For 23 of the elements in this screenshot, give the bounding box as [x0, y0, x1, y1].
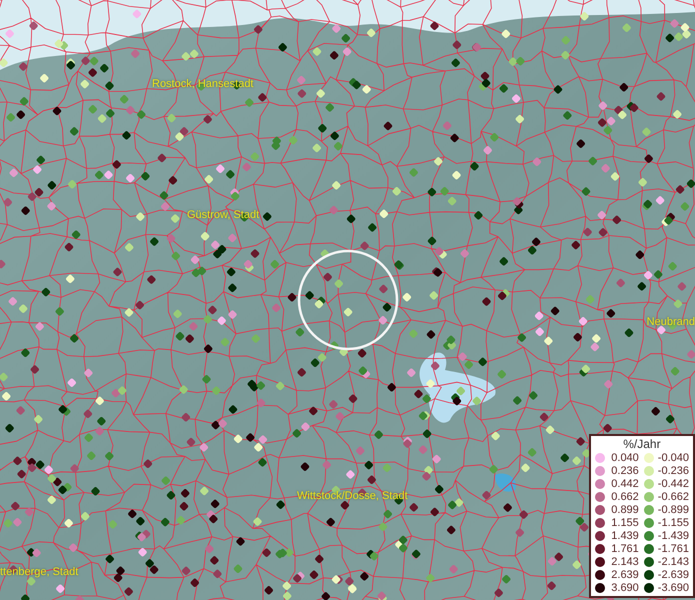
legend-value: -0.040 — [658, 452, 689, 464]
legend-value: 1.439 — [610, 530, 639, 542]
legend-value: 0.662 — [610, 490, 639, 502]
legend-value: 0.899 — [610, 504, 639, 516]
legend-value: -3.690 — [658, 582, 689, 594]
legend-title: %/Jahr — [623, 437, 661, 451]
legend-value: -1.155 — [658, 516, 689, 528]
legend-value: -0.662 — [658, 490, 689, 502]
legend-value: 0.040 — [610, 452, 639, 464]
legend-value: -0.236 — [658, 464, 689, 476]
legend-value: 0.442 — [610, 478, 639, 490]
legend-value: 1.761 — [610, 542, 639, 554]
legend-value: -1.761 — [658, 542, 689, 554]
legend-value: -0.442 — [658, 478, 689, 490]
legend-value: 1.155 — [610, 516, 639, 528]
legend-value: 2.639 — [610, 568, 639, 580]
legend-value: 0.236 — [610, 464, 639, 476]
legend-value: -2.143 — [658, 556, 689, 568]
legend-value: 3.690 — [610, 582, 639, 594]
legend-value: -0.899 — [658, 504, 689, 516]
legend-value: 2.143 — [610, 556, 639, 568]
legend-value: -1.439 — [658, 530, 689, 542]
legend-value: -2.639 — [658, 568, 689, 580]
